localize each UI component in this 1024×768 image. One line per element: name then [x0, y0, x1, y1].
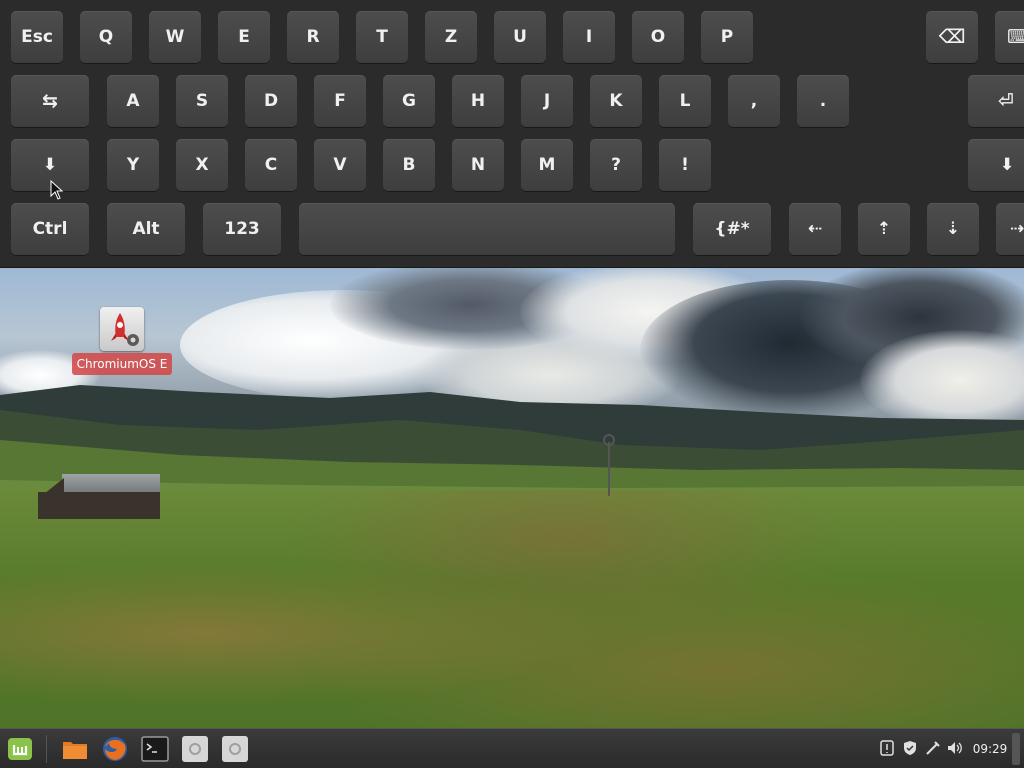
key-r[interactable]: R: [287, 11, 339, 63]
key-t[interactable]: T: [356, 11, 408, 63]
wallpaper-barn: [38, 474, 160, 519]
key-j[interactable]: J: [521, 75, 573, 127]
key-period[interactable]: .: [797, 75, 849, 127]
key-q[interactable]: Q: [80, 11, 132, 63]
key-arrow-left[interactable]: ⇠: [789, 203, 841, 255]
key-z[interactable]: Z: [425, 11, 477, 63]
wallpaper-field: [0, 490, 1024, 730]
desktop-icon-chromiumos[interactable]: ChromiumOS E: [72, 307, 172, 377]
key-p[interactable]: P: [701, 11, 753, 63]
on-screen-keyboard: Esc Q W E R T Z U I O P ⌫ ⌨ ⇆ A S D F G …: [0, 0, 1024, 268]
key-space[interactable]: [299, 203, 675, 255]
wallpaper-windmill: [599, 432, 619, 496]
update-manager-icon[interactable]: [878, 739, 896, 757]
mouse-pointer-icon: [50, 180, 64, 200]
key-i[interactable]: I: [563, 11, 615, 63]
app-icon[interactable]: [219, 733, 251, 765]
key-v[interactable]: V: [314, 139, 366, 191]
app-icon[interactable]: [179, 733, 211, 765]
shield-icon[interactable]: [901, 739, 919, 757]
key-o[interactable]: O: [632, 11, 684, 63]
key-n[interactable]: N: [452, 139, 504, 191]
key-d[interactable]: D: [245, 75, 297, 127]
key-keyboard-icon[interactable]: ⌨: [995, 11, 1024, 63]
taskbar: 09:29: [0, 728, 1024, 768]
key-question[interactable]: ?: [590, 139, 642, 191]
key-b[interactable]: B: [383, 139, 435, 191]
key-alt[interactable]: Alt: [107, 203, 185, 255]
key-w[interactable]: W: [149, 11, 201, 63]
key-arrow-down[interactable]: ⇣: [927, 203, 979, 255]
key-shift-right[interactable]: ⬇: [968, 139, 1024, 191]
key-enter[interactable]: ⏎: [968, 75, 1024, 127]
key-f[interactable]: F: [314, 75, 366, 127]
key-tab[interactable]: ⇆: [11, 75, 89, 127]
key-backspace[interactable]: ⌫: [926, 11, 978, 63]
key-arrow-up[interactable]: ⇡: [858, 203, 910, 255]
folder-icon[interactable]: [59, 733, 91, 765]
terminal-icon[interactable]: [139, 733, 171, 765]
key-k[interactable]: K: [590, 75, 642, 127]
rocket-settings-icon: [100, 307, 144, 351]
volume-icon[interactable]: [946, 739, 964, 757]
key-e[interactable]: E: [218, 11, 270, 63]
key-g[interactable]: G: [383, 75, 435, 127]
taskbar-separator: [46, 735, 47, 763]
key-x[interactable]: X: [176, 139, 228, 191]
mint-menu-icon[interactable]: [4, 733, 36, 765]
key-arrow-right[interactable]: ⇢: [996, 203, 1024, 255]
key-m[interactable]: M: [521, 139, 573, 191]
key-s[interactable]: S: [176, 75, 228, 127]
key-symbols[interactable]: {#*: [693, 203, 771, 255]
key-h[interactable]: H: [452, 75, 504, 127]
key-exclamation[interactable]: !: [659, 139, 711, 191]
key-numbers[interactable]: 123: [203, 203, 281, 255]
key-y[interactable]: Y: [107, 139, 159, 191]
key-u[interactable]: U: [494, 11, 546, 63]
key-ctrl[interactable]: Ctrl: [11, 203, 89, 255]
network-icon[interactable]: [924, 739, 942, 757]
key-a[interactable]: A: [107, 75, 159, 127]
key-c[interactable]: C: [245, 139, 297, 191]
key-esc[interactable]: Esc: [11, 11, 63, 63]
key-comma[interactable]: ,: [728, 75, 780, 127]
clock[interactable]: 09:29: [970, 729, 1010, 768]
show-desktop-button[interactable]: [1012, 733, 1020, 765]
firefox-icon[interactable]: [99, 733, 131, 765]
key-l[interactable]: L: [659, 75, 711, 127]
desktop-icon-label: ChromiumOS E: [72, 353, 172, 375]
